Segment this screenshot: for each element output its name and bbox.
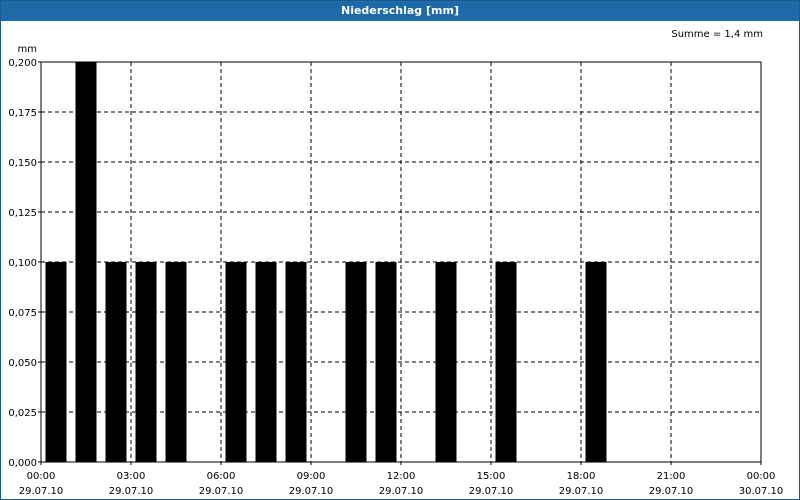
- sum-annotation: Summe = 1,4 mm: [671, 29, 763, 40]
- x-tick-date-label: 29.07.10: [19, 486, 64, 497]
- bar: [105, 262, 127, 462]
- x-tick-time-label: 00:00: [27, 471, 56, 482]
- precipitation-chart: 0,000 0,025 0,050 0,075 0,100 0,125 0,150 0,175…: [8, 29, 784, 497]
- x-tick-time-label: 03:00: [117, 471, 146, 482]
- x-tick-date-label: 29.07.10: [199, 486, 244, 497]
- bar: [225, 262, 247, 462]
- bar: [375, 262, 397, 462]
- bar: [75, 62, 97, 462]
- y-axis-unit-label: mm: [18, 44, 37, 55]
- x-tick-time-label: 18:00: [567, 471, 596, 482]
- y-tick-label: 0,025: [8, 408, 37, 419]
- x-tick-time-label: 12:00: [387, 471, 416, 482]
- x-tick-time-label: 09:00: [297, 471, 326, 482]
- bar: [255, 262, 277, 462]
- x-tick-time-label: 06:00: [207, 471, 236, 482]
- x-tick-time-label: 21:00: [657, 471, 686, 482]
- x-tick-time-label: 15:00: [477, 471, 506, 482]
- y-tick-label: 0,125: [8, 208, 37, 219]
- x-tick-date-label: 29.07.10: [289, 486, 334, 497]
- y-tick-label: 0,050: [8, 358, 37, 369]
- bar: [495, 262, 517, 462]
- x-tick-date-label: 29.07.10: [379, 486, 424, 497]
- bar: [45, 262, 67, 462]
- x-tick-date-label: 30.07.10: [739, 486, 784, 497]
- bar: [585, 262, 607, 462]
- y-tick-label: 0,200: [8, 58, 37, 69]
- x-tick-date-label: 29.07.10: [109, 486, 154, 497]
- bar: [285, 262, 307, 462]
- x-tick-date-label: 29.07.10: [469, 486, 514, 497]
- bar: [165, 262, 187, 462]
- y-tick-label: 0,000: [8, 458, 37, 469]
- bar: [345, 262, 367, 462]
- x-tick-date-label: 29.07.10: [559, 486, 604, 497]
- bar: [135, 262, 157, 462]
- y-tick-label: 0,150: [8, 158, 37, 169]
- y-tick-label: 0,175: [8, 108, 37, 119]
- bar: [435, 262, 457, 462]
- x-tick-date-label: 29.07.10: [649, 486, 694, 497]
- y-tick-label: 0,075: [8, 308, 37, 319]
- x-tick-time-label: 00:00: [747, 471, 776, 482]
- chart-window: Niederschlag [mm] 0,000 0,025 0,050 0,075 0,…: [0, 0, 800, 500]
- chart-title: Niederschlag [mm]: [1, 1, 799, 21]
- y-tick-label: 0,100: [8, 258, 37, 269]
